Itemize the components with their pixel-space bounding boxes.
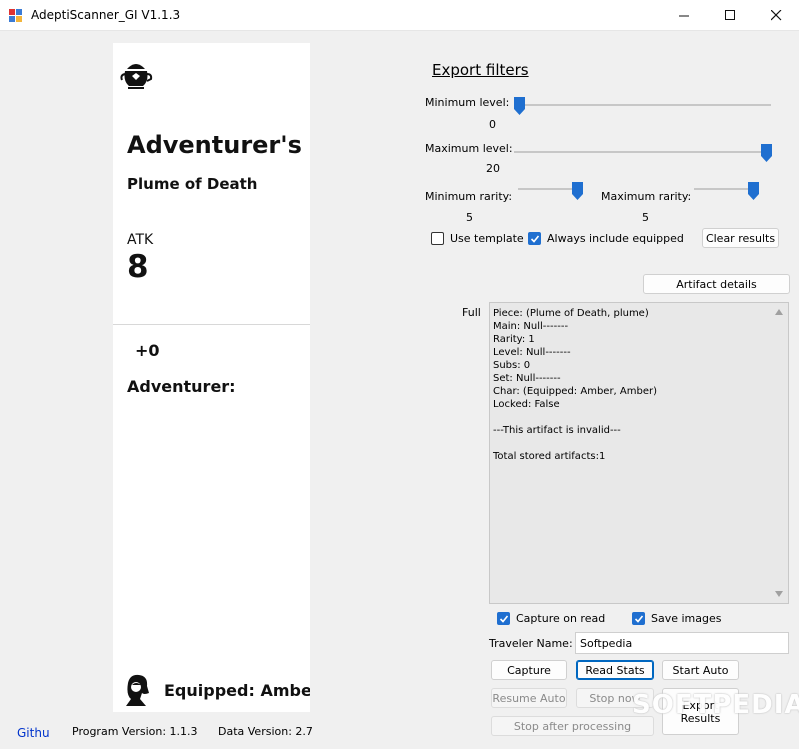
min-rarity-label: Minimum rarity: [425,190,513,203]
title-bar: AdeptiScanner_GI V1.1.3 [0,0,799,31]
preview-divider [113,324,310,325]
character-icon [126,674,149,706]
checkmark-icon [497,612,510,625]
minimize-icon [678,15,689,17]
artifact-details-button[interactable]: Artifact details [643,274,790,294]
start-auto-button[interactable]: Start Auto [662,660,739,680]
close-button[interactable] [753,0,799,31]
always-include-equipped-label: Always include equipped [547,232,684,245]
traveler-name-label: Traveler Name: [489,637,573,650]
max-level-value: 20 [486,162,500,175]
save-images-label: Save images [651,612,722,625]
resume-auto-button[interactable]: Resume Auto [491,688,567,708]
artifact-details-textbox[interactable]: Piece: (Plume of Death, plume) Main: Nul… [489,302,789,604]
max-level-slider[interactable] [761,144,772,162]
capture-on-read-label: Capture on read [516,612,606,625]
max-level-label: Maximum level: [425,142,513,155]
maximize-button[interactable] [707,0,753,31]
checkbox-unchecked-icon [431,232,444,245]
equipped-label: Equipped: Amber [164,681,310,700]
capture-on-read-checkbox[interactable]: Capture on read [497,612,605,625]
always-include-equipped-checkbox[interactable]: Always include equipped [528,232,684,245]
min-rarity-slider[interactable] [572,182,583,200]
min-level-track [514,104,771,106]
save-images-checkbox[interactable]: Save images [632,612,722,625]
github-link[interactable]: Githu [17,726,50,740]
capture-button[interactable]: Capture [491,660,567,680]
data-version: Data Version: 2.7 [218,725,313,738]
max-rarity-slider[interactable] [748,182,759,200]
checkmark-icon [528,232,541,245]
main-stat-name: ATK [127,232,154,248]
stop-after-processing-button[interactable]: Stop after processing [491,716,654,736]
watermark: SOFTPEDIA [632,690,799,720]
artifact-preview: Adventurer's T Plume of Death ATK 8 +0 A… [113,43,310,712]
artifact-level: +0 [135,341,160,360]
min-level-value: 0 [489,118,496,131]
artifact-title: Adventurer's T [127,131,310,159]
clear-results-button[interactable]: Clear results [702,228,779,248]
teapot-icon [120,64,153,89]
use-template-checkbox[interactable]: Use template [431,232,524,245]
read-stats-button[interactable]: Read Stats [576,660,654,680]
min-level-label: Minimum level: [425,96,510,109]
min-rarity-value: 5 [466,211,473,224]
checkmark-icon [632,612,645,625]
artifact-details-text: Piece: (Plume of Death, plume) Main: Nul… [493,308,658,462]
max-rarity-label: Maximum rarity: [601,190,692,203]
use-template-label: Use template [450,232,524,245]
minimize-button[interactable] [661,0,707,31]
details-scrollbar[interactable] [771,303,788,603]
scroll-down-icon[interactable] [775,591,783,597]
artifact-piece: Plume of Death [127,175,258,193]
close-icon [770,10,781,21]
maximize-icon [724,10,735,20]
artifact-set: Adventurer: [127,377,236,396]
window-title: AdeptiScanner_GI V1.1.3 [31,8,181,22]
main-stat-value: 8 [127,249,149,285]
program-version: Program Version: 1.1.3 [72,725,198,738]
scroll-up-icon[interactable] [775,309,783,315]
app-icon [9,9,23,22]
details-mode-label: Full [462,306,481,319]
max-level-track [514,151,771,153]
max-rarity-value: 5 [642,211,649,224]
min-level-slider[interactable] [514,97,525,115]
traveler-name-input[interactable] [575,632,789,654]
export-filters-title: Export filters [432,61,529,79]
